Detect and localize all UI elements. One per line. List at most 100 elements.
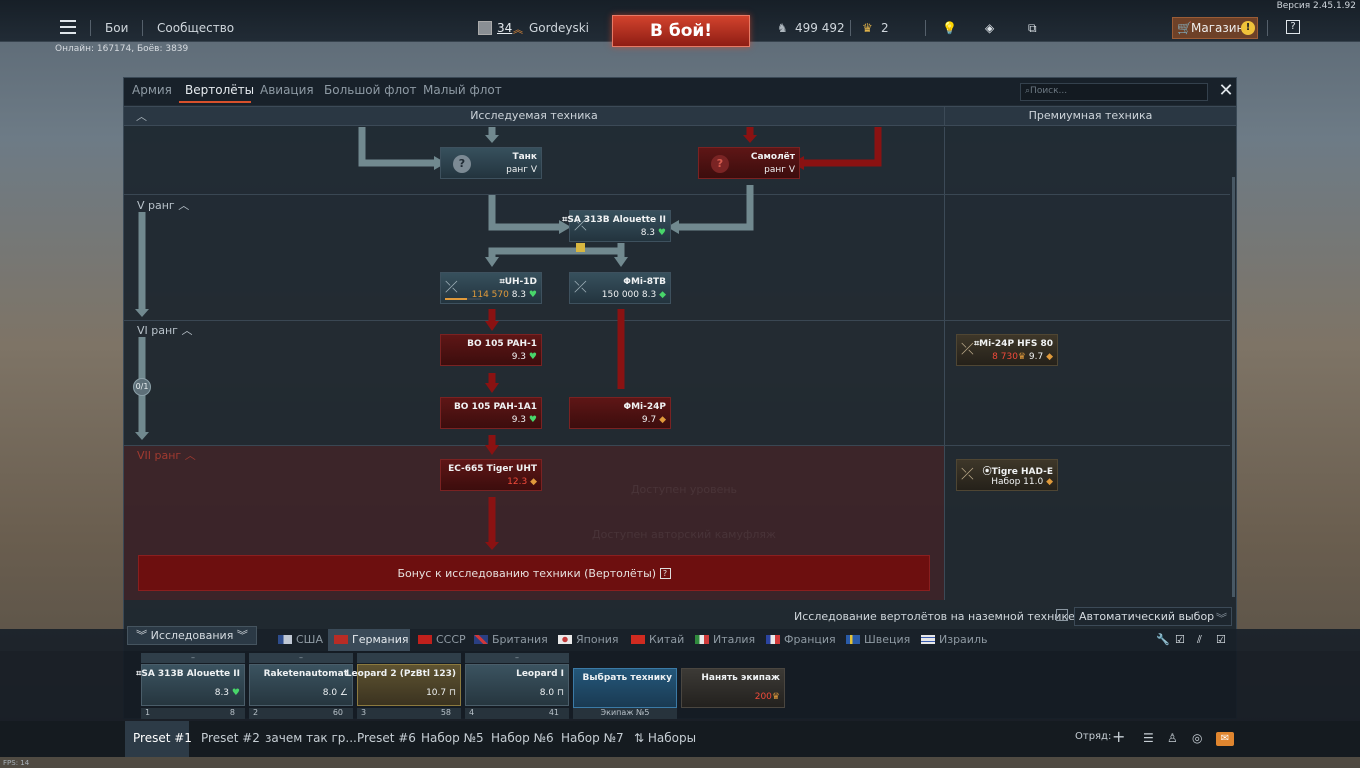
tab-helicopters[interactable]: Вертолёты — [185, 83, 254, 97]
crew-slot-bar: – ⌗SA 313B Alouette II 8.3 ♥ 18 – Raketen… — [0, 651, 1360, 721]
tab-bluewater-fleet[interactable]: Большой флот — [324, 83, 417, 97]
community-menu[interactable]: Сообщество — [157, 21, 234, 35]
shop-alert-badge: ! — [1241, 21, 1255, 35]
checkbox-checked-icon[interactable]: ☑ — [1175, 633, 1185, 646]
research-tree-window: Армия Вертолёты Авиация Большой флот Мал… — [123, 77, 1237, 719]
card-bo105-pah1a1[interactable]: BO 105 PAH-1A1 9.3 ♥ — [440, 397, 542, 429]
lightbulb-icon[interactable]: 💡 — [942, 21, 957, 35]
nation-ussr[interactable]: СССР — [418, 633, 466, 646]
nation-china[interactable]: Китай — [631, 633, 684, 646]
tech-tree[interactable]: V ранг ︿ VI ранг ︿ VII ранг ︿ 0/1 ? Танк… — [124, 127, 1236, 600]
nation-sweden[interactable]: Швеция — [846, 633, 910, 646]
checkbox-checked-icon[interactable]: ☑ — [1216, 633, 1226, 646]
choose-vehicle-slot[interactable]: Выбрать технику Экипаж №5 — [573, 653, 677, 719]
card-ec665-tiger[interactable]: EC-665 Tiger UHT 12.3 ◆ — [440, 459, 542, 491]
tab-aviation[interactable]: Авиация — [260, 83, 314, 97]
hire-crew-slot[interactable]: Нанять экипаж 200♛ — [681, 653, 785, 719]
card-uh1d[interactable]: ⤫ ⌗UH-1D 114 570 8.3 ♥ — [440, 272, 542, 304]
card-br: 114 570 8.3 ♥ — [471, 290, 537, 300]
dropdown-value: Автоматический выбор — [1079, 610, 1215, 623]
crew-slot-2[interactable]: – Raketenautomat 8.0 ∠ 2 60 — [249, 653, 353, 719]
friends-icon[interactable]: ♙ — [1167, 731, 1178, 745]
card-br: 9.3 ♥ — [511, 352, 537, 362]
help-icon[interactable]: ? — [1286, 20, 1300, 34]
tab-coastal-fleet[interactable]: Малый флот — [423, 83, 502, 97]
divider — [850, 20, 851, 36]
preset-3[interactable]: зачем так гр... — [265, 731, 357, 745]
chevron-up-icon[interactable]: ︿ — [178, 199, 189, 212]
preset-set-7[interactable]: Набор №7 — [561, 731, 624, 745]
rank-7-label: VII ранг ︿ — [137, 447, 196, 463]
hamburger-icon[interactable] — [60, 20, 76, 34]
chevron-up-icon[interactable]: ︿ — [185, 449, 196, 462]
scrollbar[interactable] — [1232, 177, 1235, 597]
slot-footer: 2 60 — [249, 708, 353, 719]
wrench-icon[interactable]: 🔧 — [1156, 633, 1170, 646]
preset-bar: Preset #1 Preset #2 зачем так гр... Pres… — [0, 721, 1360, 757]
crew-slot-3[interactable]: Leopard 2 (PzBtl 123) 10.7 ⊓ 3 58 — [346, 653, 461, 719]
card-mi24p[interactable]: ΦMi-24P 9.7 ◆ — [569, 397, 671, 429]
version-label: Версия 2.45.1.92 — [1276, 1, 1356, 11]
card-name: BO 105 PAH-1A1 — [453, 402, 537, 412]
chat-icon[interactable]: ◎ — [1192, 731, 1202, 745]
card-bo105-pah1[interactable]: BO 105 PAH-1 9.3 ♥ — [440, 334, 542, 366]
battles-menu[interactable]: Бои — [105, 21, 128, 35]
preset-2[interactable]: Preset #2 — [201, 731, 260, 745]
card-br: 9.7 ◆ — [641, 415, 666, 425]
tree-header: Исследуемая техника Премиумная техника ︿ — [124, 106, 1236, 126]
add-squad-icon[interactable]: + — [1112, 727, 1125, 746]
heli-on-ground-checkbox[interactable] — [1056, 609, 1068, 621]
divider — [1267, 20, 1268, 36]
gold-balance[interactable]: 2 — [881, 21, 889, 35]
nation-germany[interactable]: Германия — [334, 633, 408, 646]
preset-6[interactable]: Preset #6 — [357, 731, 416, 745]
preset-1[interactable]: Preset #1 — [133, 731, 192, 745]
mail-icon[interactable]: ✉ — [1216, 732, 1234, 746]
slot-name: Leopard I — [516, 669, 564, 679]
list-icon[interactable]: ☰ — [1143, 731, 1154, 745]
premium-header: Премиумная техника — [944, 107, 1236, 125]
close-icon[interactable]: ✕ — [1216, 81, 1236, 101]
card-mi24p-hfs80[interactable]: ⤫ ⌗Mi-24P HFS 80 8 730♛ 9.7 ◆ — [956, 334, 1058, 366]
rank-6-label: VI ранг ︿ — [137, 322, 192, 338]
coupon-icon[interactable]: ⧉ — [1028, 21, 1037, 36]
squad-label: Отряд: — [1075, 731, 1112, 742]
nation-japan[interactable]: Япония — [558, 633, 619, 646]
question-icon: ? — [711, 155, 729, 173]
nation-britain[interactable]: Британия — [474, 633, 548, 646]
tab-army[interactable]: Армия — [132, 83, 172, 97]
crew-slot-1[interactable]: – ⌗SA 313B Alouette II 8.3 ♥ 18 — [136, 653, 245, 719]
card-plane-rank5[interactable]: ? Самолёт ранг V — [698, 147, 800, 179]
card-sa313b-alouette[interactable]: ⤫ ⌗SA 313B Alouette II 8.3 ♥ — [562, 210, 671, 242]
presets-menu[interactable]: ⇅ Наборы — [634, 731, 696, 745]
chevron-up-icon[interactable]: ︿ — [181, 324, 192, 337]
cube-icon[interactable]: ◈ — [985, 21, 994, 35]
research-bonus-banner[interactable]: Бонус к исследованию техники (Вертолёты)… — [138, 555, 930, 591]
auto-select-dropdown[interactable]: Автоматический выбор ︾ — [1074, 607, 1232, 626]
card-tigre-had-e[interactable]: ⤫ ⦿Tigre HAD-E Набор 11.0 ◆ — [956, 459, 1058, 491]
nation-usa[interactable]: США — [278, 633, 323, 646]
heli-on-ground-label: Исследование вертолётов на наземной техн… — [794, 610, 1075, 623]
nation-france[interactable]: Франция — [766, 633, 836, 646]
research-tab[interactable]: ︾ Исследования ︾ — [127, 626, 257, 645]
nation-israel[interactable]: Израиль — [921, 633, 987, 646]
avatar[interactable] — [478, 21, 492, 35]
card-mi8tb[interactable]: ⤫ ΦMi-8TB 150 000 8.3 ◆ — [569, 272, 671, 304]
crew-number-label: Экипаж №5 — [573, 708, 677, 719]
crew-slot-4[interactable]: – Leopard I 8.0 ⊓ 4 41 — [465, 653, 569, 719]
preset-set-5[interactable]: Набор №5 — [421, 731, 484, 745]
search-input[interactable]: ⌕Поиск... — [1020, 83, 1208, 101]
flag-france-icon — [766, 635, 780, 644]
flag-sweden-icon — [846, 635, 860, 644]
shop-button[interactable]: 🛒 Магазин ! — [1172, 17, 1258, 39]
help-icon[interactable]: ? — [659, 568, 671, 579]
preset-set-6[interactable]: Набор №6 — [491, 731, 554, 745]
ammo-icon[interactable]: ⫽ — [1197, 633, 1202, 647]
card-br: 8.3 ♥ — [640, 228, 666, 238]
to-battle-button[interactable]: В бой! — [612, 15, 750, 47]
silver-balance[interactable]: 499 492 — [795, 21, 845, 35]
nation-italy[interactable]: Италия — [695, 633, 755, 646]
card-tank-rank5[interactable]: ? Танк ранг V — [440, 147, 542, 179]
collapse-chevron-icon[interactable]: ︿ — [136, 108, 147, 124]
player-nickname[interactable]: Gordeyski — [529, 21, 589, 35]
